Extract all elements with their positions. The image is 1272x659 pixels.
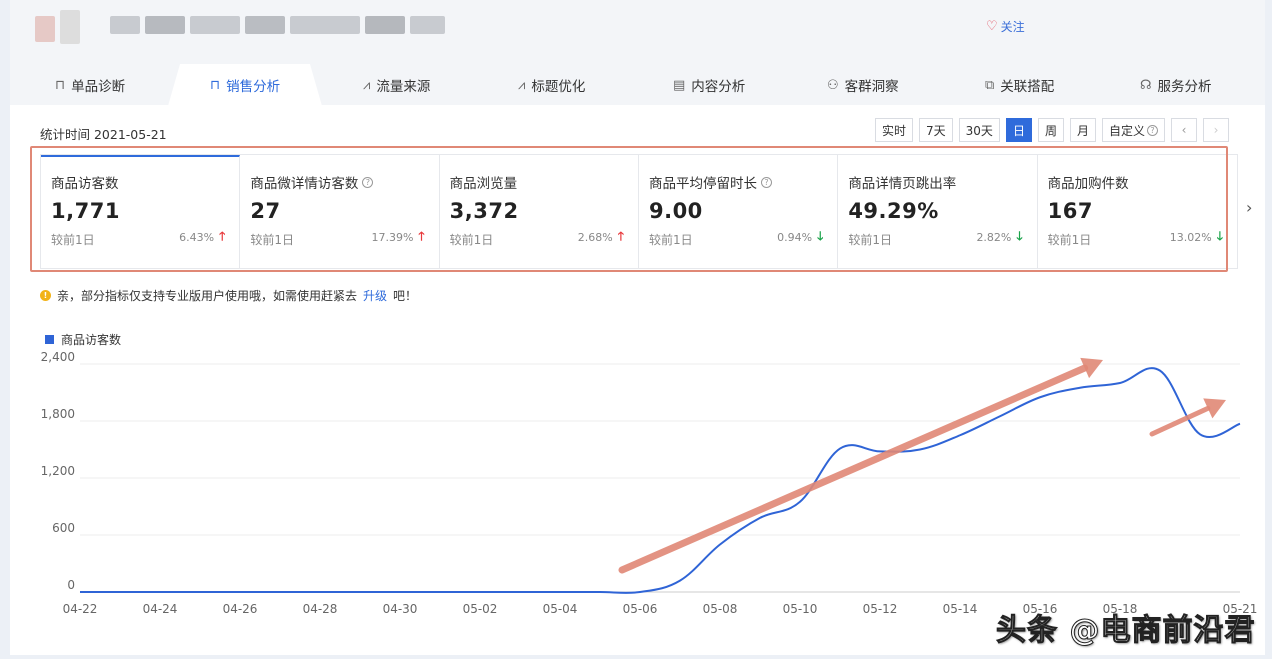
line-chart-icon: ⩘ — [363, 78, 370, 93]
highlight-box-annotation — [30, 146, 1228, 272]
watermark: 头条 @电商前沿君 — [996, 605, 1255, 649]
line-chart-icon: ⩘ — [518, 78, 525, 93]
visitor-line-chart: 商品访客数 0 600 1,200 1,800 2,400 04-22 04-24 04-26 0… — [10, 320, 1265, 620]
tab-label: 关联搭配 — [1000, 75, 1054, 95]
link-icon: ⧉ — [985, 78, 994, 93]
tab-service-analysis[interactable]: ☊ 服务分析 — [1140, 64, 1212, 106]
y-tick-label: 2,400 — [41, 350, 75, 364]
y-tick-label: 1,200 — [41, 464, 75, 478]
next-date-button[interactable]: › — [1203, 118, 1229, 142]
x-tick-label: 05-14 — [943, 602, 978, 616]
metrics-next-button[interactable]: › — [1246, 198, 1252, 217]
range-30d-button[interactable]: 30天 — [959, 118, 1000, 142]
x-tick-label: 04-24 — [143, 602, 178, 616]
range-realtime-button[interactable]: 实时 — [875, 118, 913, 142]
tab-label: 单品诊断 — [71, 75, 125, 95]
x-tick-label: 05-12 — [863, 602, 898, 616]
document-icon: ▤ — [673, 78, 685, 93]
range-7d-button[interactable]: 7天 — [919, 118, 953, 142]
chevron-right-icon: › — [1214, 123, 1219, 137]
tab-customer-insight[interactable]: ⚇ 客群洞察 — [827, 64, 899, 106]
tab-label: 服务分析 — [1158, 75, 1212, 95]
bag-icon: ⊓ — [210, 78, 220, 93]
users-icon: ⚇ — [827, 78, 839, 93]
tab-bar: ⊓ 单品诊断 ⊓ 销售分析 ⩘ 流量来源 ⩘ 标题优化 ▤ 内容分析 ⚇ 客群洞察 ⧉ 关联搭… — [10, 64, 1265, 106]
range-custom-button[interactable]: 自定义? — [1102, 118, 1165, 142]
notice-text-end: 吧！ — [393, 287, 417, 304]
page: ♡ 关注 ⊓ 单品诊断 ⊓ 销售分析 ⩘ 流量来源 ⩘ 标题优化 ▤ 内容分析 ⚇ 客群洞察… — [10, 0, 1265, 655]
range-custom-label: 自定义 — [1109, 122, 1145, 139]
warning-icon: ! — [40, 290, 51, 301]
header-bar: ♡ 关注 ⊓ 单品诊断 ⊓ 销售分析 ⩘ 流量来源 ⩘ 标题优化 ▤ 内容分析 ⚇ 客群洞察… — [10, 0, 1265, 105]
tab-title-optimization[interactable]: ⩘ 标题优化 — [518, 64, 585, 106]
tab-label: 标题优化 — [531, 75, 585, 95]
x-tick-label: 04-30 — [383, 602, 418, 616]
tab-single-diagnosis[interactable]: ⊓ 单品诊断 — [55, 64, 125, 106]
x-tick-label: 04-26 — [223, 602, 258, 616]
heart-icon: ♡ — [986, 19, 998, 34]
x-tick-label: 05-08 — [703, 602, 738, 616]
help-icon: ? — [1147, 125, 1158, 136]
upgrade-notice: ! 亲，部分指标仅支持专业版用户使用哦，如需使用赶紧去 升级 吧！ — [40, 287, 417, 304]
range-month-button[interactable]: 月 — [1070, 118, 1096, 142]
x-tick-label: 04-28 — [303, 602, 338, 616]
tab-sales-analysis[interactable]: ⊓ 销售分析 — [182, 64, 308, 106]
follow-label: 关注 — [1001, 18, 1025, 35]
x-tick-label: 05-10 — [783, 602, 818, 616]
annotation-arrow-trend-shaft — [622, 368, 1085, 570]
tab-label: 客群洞察 — [845, 75, 899, 95]
legend-label: 商品访客数 — [61, 332, 121, 347]
prev-date-button[interactable]: ‹ — [1171, 118, 1197, 142]
x-tick-label: 05-06 — [623, 602, 658, 616]
range-day-button[interactable]: 日 — [1006, 118, 1032, 142]
series-line — [80, 368, 1240, 593]
upgrade-link[interactable]: 升级 — [363, 287, 387, 304]
blurred-product-title — [35, 10, 455, 44]
chevron-right-icon: › — [1246, 198, 1252, 217]
x-tick-label: 05-04 — [543, 602, 578, 616]
tab-content-analysis[interactable]: ▤ 内容分析 — [673, 64, 745, 106]
stat-time: 统计时间 2021-05-21 — [40, 124, 167, 143]
range-selector: 实时 7天 30天 日 周 月 自定义? ‹ › — [875, 118, 1229, 142]
tab-related-matching[interactable]: ⧉ 关联搭配 — [985, 64, 1054, 106]
x-tick-label: 04-22 — [63, 602, 98, 616]
headset-icon: ☊ — [1140, 78, 1152, 93]
y-tick-label: 0 — [67, 578, 75, 592]
range-week-button[interactable]: 周 — [1038, 118, 1064, 142]
bag-icon: ⊓ — [55, 78, 65, 93]
notice-text: 亲，部分指标仅支持专业版用户使用哦，如需使用赶紧去 — [57, 287, 357, 304]
follow-button[interactable]: ♡ 关注 — [986, 18, 1025, 35]
tab-label: 销售分析 — [226, 75, 280, 95]
x-tick-label: 05-02 — [463, 602, 498, 616]
tab-label: 流量来源 — [376, 75, 430, 95]
y-tick-label: 1,800 — [41, 407, 75, 421]
tab-label: 内容分析 — [691, 75, 745, 95]
y-tick-label: 600 — [52, 521, 75, 535]
tab-traffic-source[interactable]: ⩘ 流量来源 — [363, 64, 430, 106]
legend-swatch — [45, 335, 54, 344]
chevron-left-icon: ‹ — [1182, 123, 1187, 137]
